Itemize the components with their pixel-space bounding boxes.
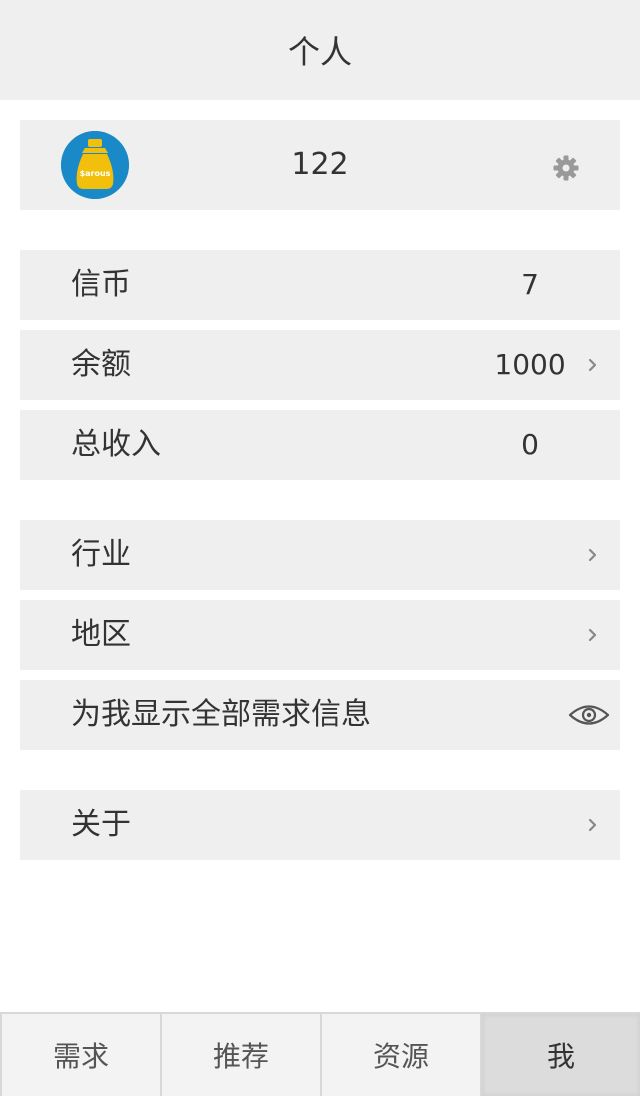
show-all-demands-label: 为我显示全部需求信息	[71, 697, 371, 732]
coins-label: 信币	[71, 267, 131, 302]
tab-recommend[interactable]: 推荐	[162, 1014, 322, 1096]
region-row[interactable]: 地区	[20, 600, 620, 670]
tab-resources[interactable]: 资源	[322, 1014, 482, 1096]
profile-card[interactable]: $arous 122	[20, 120, 620, 210]
show-all-demands-row[interactable]: 为我显示全部需求信息	[20, 680, 620, 750]
chevron-right-icon	[588, 818, 597, 832]
industry-row[interactable]: 行业	[20, 520, 620, 590]
tab-demand[interactable]: 需求	[0, 1014, 162, 1096]
about-label: 关于	[71, 807, 131, 842]
balance-label: 余额	[71, 347, 131, 382]
balance-row[interactable]: 余额 1000	[20, 330, 620, 400]
chevron-right-icon	[588, 358, 597, 372]
chevron-right-icon	[588, 548, 597, 562]
gear-icon[interactable]	[553, 155, 579, 181]
coins-row: 信币 7	[20, 250, 620, 320]
top-bar: 个人	[0, 0, 640, 100]
region-label: 地区	[71, 617, 131, 652]
tab-me[interactable]: 我	[482, 1014, 640, 1096]
about-row[interactable]: 关于	[20, 790, 620, 860]
industry-label: 行业	[71, 537, 131, 572]
page-title: 个人	[287, 33, 352, 71]
username: 122	[291, 147, 349, 182]
income-label: 总收入	[71, 427, 161, 462]
income-row: 总收入 0	[20, 410, 620, 480]
chevron-right-icon	[588, 628, 597, 642]
bottom-tab-bar: 需求 推荐 资源 我	[0, 1012, 640, 1096]
eye-icon[interactable]	[568, 701, 610, 729]
